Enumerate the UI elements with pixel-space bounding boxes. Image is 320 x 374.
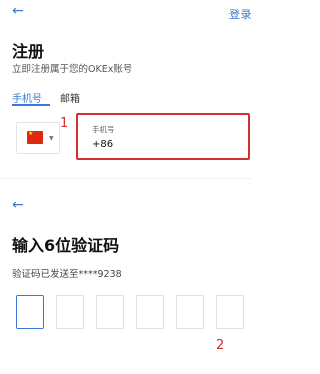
phone-field-label: 手机号 bbox=[92, 125, 115, 134]
code-input-4[interactable] bbox=[136, 295, 164, 329]
annotation-marker-2: 2 bbox=[216, 338, 225, 353]
code-input-2[interactable] bbox=[56, 295, 84, 329]
back-arrow-icon[interactable]: ← bbox=[12, 4, 26, 18]
section-divider bbox=[0, 178, 252, 179]
caret-down-icon: ▼ bbox=[49, 135, 54, 142]
china-flag-icon: ★ bbox=[27, 130, 43, 144]
login-link[interactable]: 登录 bbox=[229, 6, 252, 22]
annotation-marker-1: 1 bbox=[60, 116, 69, 131]
flag-star-icon: ★ bbox=[28, 130, 34, 137]
code-input-1[interactable] bbox=[16, 295, 44, 329]
tab-phone[interactable]: 手机号 bbox=[12, 90, 42, 105]
page-title: 注册 bbox=[12, 42, 45, 61]
back-arrow-icon[interactable]: ← bbox=[12, 198, 24, 212]
country-code-selector[interactable]: ★ ▼ bbox=[16, 122, 60, 154]
phone-number-field[interactable]: 手机号 +86 bbox=[76, 113, 250, 160]
page-subtitle: 立即注册属于您的OKEx账号 bbox=[12, 64, 133, 75]
code-input-6[interactable] bbox=[216, 295, 244, 329]
tab-active-indicator bbox=[12, 104, 50, 106]
code-sent-message: 验证码已发送至****9238 bbox=[12, 269, 122, 280]
tab-email[interactable]: 邮箱 bbox=[60, 90, 80, 105]
code-input-5[interactable] bbox=[176, 295, 204, 329]
code-input-3[interactable] bbox=[96, 295, 124, 329]
verification-title: 输入6位验证码 bbox=[12, 236, 120, 255]
phone-field-value[interactable]: +86 bbox=[92, 139, 113, 150]
